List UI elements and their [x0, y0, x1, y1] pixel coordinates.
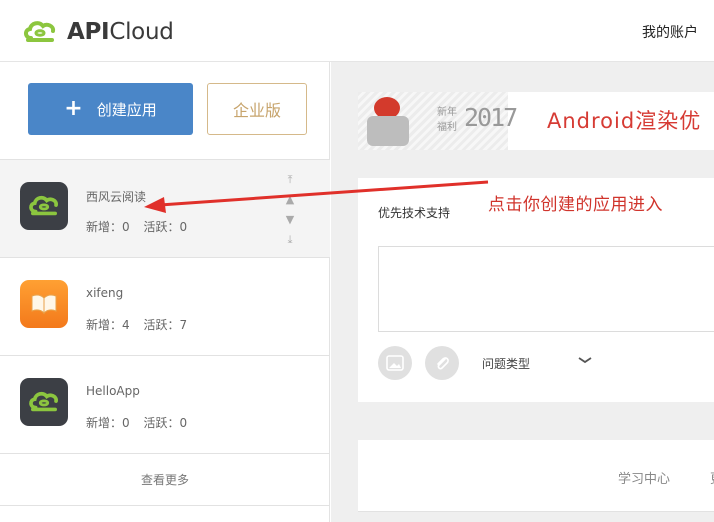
active-users-count: 活跃：0: [143, 416, 188, 430]
app-name: HelloApp: [86, 384, 140, 398]
attachment-button[interactable]: [425, 346, 459, 380]
banner-small-text: 新年 福利: [437, 107, 457, 133]
app-stats: 新增：0 活跃：0: [86, 218, 197, 235]
main-content: 新年 福利 2017 Android渲染优 优先技术支持 问题类型 学习中心 更: [331, 62, 714, 522]
image-upload-button[interactable]: [378, 346, 412, 380]
rocket-illustration: [367, 116, 409, 146]
logo-text: APICloud: [67, 19, 174, 45]
view-more-link[interactable]: 查看更多: [0, 454, 330, 506]
support-textarea[interactable]: [378, 246, 714, 332]
banner-illustration: 新年 福利 2017: [358, 92, 518, 150]
move-top-icon[interactable]: ⤒: [283, 170, 297, 190]
bottom-panel: 学习中心 更: [358, 440, 714, 512]
app-item-xifengyun[interactable]: 西风云阅读 新增：0 活跃：0 ⤒ ▲ ▼ ⤓: [0, 160, 330, 258]
chevron-down-icon[interactable]: [577, 353, 593, 367]
my-account-link[interactable]: 我的账户: [642, 22, 698, 42]
new-users-count: 新增：4: [86, 318, 130, 332]
create-app-label: 创建应用: [96, 100, 157, 119]
move-up-icon[interactable]: ▲: [283, 190, 297, 210]
promo-banner[interactable]: 新年 福利 2017 Android渲染优: [358, 92, 714, 150]
issue-type-select[interactable]: 问题类型: [482, 355, 530, 372]
app-sidebar: + 创建应用 企业版 西风云阅读 新增：0 活跃：0 ⤒ ▲ ▼ ⤓ xifen…: [0, 62, 330, 522]
move-bottom-icon[interactable]: ⤓: [283, 230, 297, 250]
apicloud-logo[interactable]: APICloud: [22, 18, 174, 46]
move-down-icon[interactable]: ▼: [283, 210, 297, 230]
app-item-xifeng[interactable]: xifeng 新增：4 活跃：7: [0, 258, 330, 356]
book-icon: [20, 280, 68, 328]
plus-icon: +: [64, 96, 83, 121]
learning-center-link[interactable]: 学习中心: [618, 468, 670, 487]
clipped-link[interactable]: 更: [710, 468, 714, 487]
support-title: 优先技术支持: [378, 206, 451, 220]
apicloud-logo-icon: [20, 182, 68, 230]
sort-controls: ⤒ ▲ ▼ ⤓: [283, 170, 297, 248]
image-icon: [386, 355, 404, 371]
banner-year: 2017: [464, 103, 518, 132]
active-users-count: 活跃：7: [143, 318, 188, 332]
app-item-helloapp[interactable]: HelloApp 新增：0 活跃：0: [0, 356, 330, 454]
new-users-count: 新增：0: [86, 220, 130, 234]
apicloud-logo-icon: [24, 21, 56, 42]
banner-title: Android渲染优: [547, 109, 702, 133]
app-stats: 新增：0 活跃：0: [86, 414, 197, 431]
annotation-text: 点击你创建的应用进入: [488, 195, 663, 215]
enterprise-button[interactable]: 企业版: [207, 83, 307, 135]
apicloud-logo-icon: [20, 378, 68, 426]
create-app-button[interactable]: + 创建应用: [28, 83, 193, 135]
paperclip-icon: [437, 357, 449, 370]
app-name: xifeng: [86, 286, 124, 300]
app-stats: 新增：4 活跃：7: [86, 316, 197, 333]
active-users-count: 活跃：0: [143, 220, 188, 234]
app-name: 西风云阅读: [86, 190, 147, 204]
top-bar: APICloud 我的账户: [0, 0, 714, 62]
new-users-count: 新增：0: [86, 416, 130, 430]
